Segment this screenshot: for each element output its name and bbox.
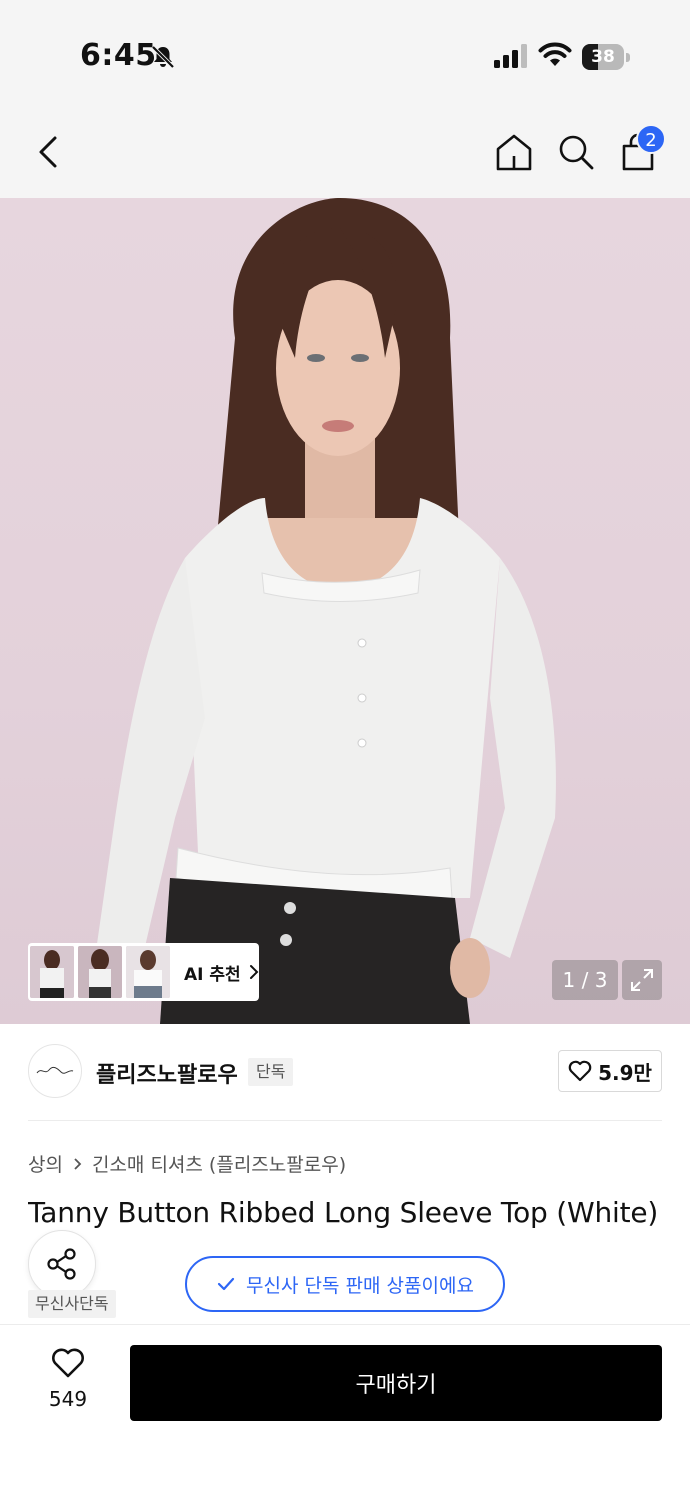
product-like-button[interactable]: 549 — [28, 1347, 108, 1417]
recommendation-thumbnail — [30, 946, 74, 998]
breadcrumb: 상의 긴소매 티셔츠 (플리즈노팔로우) — [28, 1150, 346, 1177]
check-icon — [217, 1277, 235, 1291]
heart-icon — [568, 1060, 592, 1082]
back-icon — [39, 136, 57, 168]
home-button[interactable] — [490, 128, 538, 176]
product-title: Tanny Button Ribbed Long Sleeve Top (Whi… — [28, 1196, 659, 1229]
exclusive-tag: 무신사단독 — [28, 1290, 116, 1318]
divider — [28, 1120, 662, 1121]
expand-image-button[interactable] — [622, 960, 662, 1000]
buy-button[interactable]: 구매하기 — [130, 1345, 662, 1421]
product-like-count: 549 — [48, 1387, 88, 1411]
breadcrumb-category[interactable]: 상의 — [28, 1150, 63, 1177]
home-icon — [496, 134, 532, 171]
ai-recommendation-label: AI 추천 — [184, 964, 241, 985]
brand-like-button[interactable]: 5.9만 — [558, 1050, 662, 1092]
status-bar: 6:45 38 — [0, 0, 690, 110]
search-button[interactable] — [552, 128, 600, 176]
status-time: 6:45 — [80, 38, 157, 73]
brand-logo-mark — [36, 1066, 74, 1074]
battery-level-text: 38 — [591, 47, 615, 67]
breadcrumb-subcategory[interactable]: 긴소매 티셔츠 (플리즈노팔로우) — [92, 1150, 346, 1177]
chevron-right-icon — [74, 1157, 82, 1170]
signal-icon — [494, 44, 527, 68]
recommendation-thumbnail — [78, 946, 122, 998]
brand-like-count: 5.9만 — [598, 1060, 652, 1085]
product-photo — [95, 198, 556, 1024]
exclusive-notice-text: 무신사 단독 판매 상품이에요 — [246, 1274, 474, 1297]
bell-slash-icon — [151, 45, 175, 69]
cart-button[interactable]: 2 — [614, 124, 666, 176]
ai-recommendation-button[interactable]: AI 추천 — [28, 943, 259, 1001]
heart-icon — [52, 1348, 84, 1378]
brand-name[interactable]: 플리즈노팔로우 — [96, 1057, 238, 1089]
product-image[interactable]: AI 추천 1 / 3 — [0, 198, 690, 1024]
image-page-indicator: 1 / 3 — [552, 960, 618, 1000]
back-button[interactable] — [24, 128, 72, 176]
share-icon — [47, 1248, 76, 1280]
exclusive-notice-pill[interactable]: 무신사 단독 판매 상품이에요 — [185, 1256, 505, 1312]
wifi-icon — [538, 42, 572, 66]
battery-indicator: 38 — [582, 44, 630, 70]
cart-count-badge: 2 — [636, 124, 666, 154]
top-nav-bar: 2 — [0, 110, 690, 198]
bottom-purchase-bar: 549 구매하기 — [0, 1325, 690, 1500]
brand-logo[interactable] — [28, 1044, 82, 1098]
search-icon — [559, 135, 594, 170]
expand-icon — [631, 969, 653, 991]
share-button[interactable] — [28, 1230, 96, 1298]
brand-row: 플리즈노팔로우 단독 5.9만 — [28, 1044, 662, 1100]
exclusive-badge: 단독 — [248, 1058, 294, 1086]
recommendation-thumbnail — [126, 946, 170, 998]
chevron-right-icon — [249, 965, 259, 979]
